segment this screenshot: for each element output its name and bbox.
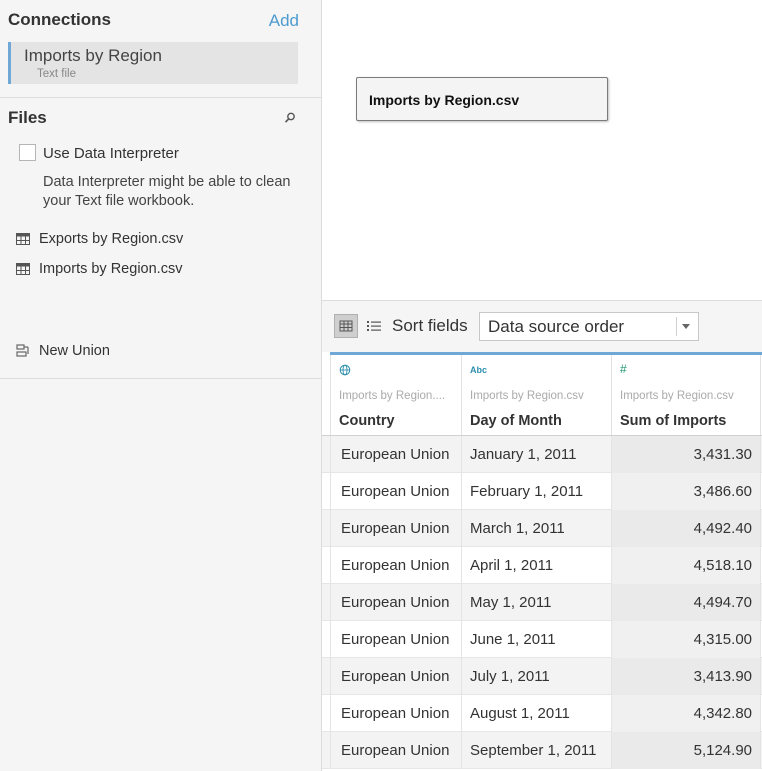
- cell-day-of-month: April 1, 2011: [461, 547, 611, 584]
- table-row[interactable]: European Union February 1, 2011 3,486.60: [322, 473, 762, 510]
- connections-title: Connections: [8, 10, 111, 29]
- cell-sum-of-imports: 4,342.80: [611, 695, 761, 732]
- cell-sum-of-imports: 4,315.00: [611, 621, 761, 658]
- cell-day-of-month: January 1, 2011: [461, 436, 611, 473]
- chevron-down-icon: [682, 324, 690, 329]
- search-icon[interactable]: [283, 111, 297, 125]
- cell-day-of-month: September 1, 2011: [461, 732, 611, 769]
- join-canvas[interactable]: Imports by Region.csv: [322, 0, 762, 300]
- table-row[interactable]: European Union May 1, 2011 4,494.70: [322, 584, 762, 621]
- data-grid[interactable]: Imports by Region.... Country Abc Import…: [322, 352, 762, 771]
- cell-country: European Union: [330, 695, 461, 732]
- add-connection-link[interactable]: Add: [269, 11, 299, 31]
- number-type-icon[interactable]: #: [620, 362, 627, 376]
- cell-country: European Union: [330, 473, 461, 510]
- file-item-exports[interactable]: Exports by Region.csv: [16, 229, 183, 249]
- connection-type: Text file: [37, 68, 76, 80]
- cell-country: European Union: [330, 584, 461, 621]
- cell-sum-of-imports: 3,486.60: [611, 473, 761, 510]
- grid-view-button[interactable]: [334, 314, 358, 338]
- section-divider: [0, 378, 321, 379]
- sort-fields-dropdown[interactable]: Data source order: [479, 312, 699, 341]
- cell-country: European Union: [330, 510, 461, 547]
- files-title: Files: [8, 108, 47, 127]
- globe-icon[interactable]: [339, 364, 351, 376]
- file-item-label: Exports by Region.csv: [39, 231, 184, 247]
- cell-sum-of-imports: 4,518.10: [611, 547, 761, 584]
- use-data-interpreter-checkbox[interactable]: [19, 144, 36, 161]
- column-name: Day of Month: [470, 413, 562, 429]
- cell-country: European Union: [330, 436, 461, 473]
- column-source: Imports by Region.csv: [620, 390, 734, 402]
- table-row[interactable]: European Union April 1, 2011 4,518.10: [322, 547, 762, 584]
- data-pane: Connections Add Imports by Region Text f…: [0, 0, 322, 771]
- cell-country: European Union: [330, 621, 461, 658]
- table-row[interactable]: European Union January 1, 2011 3,431.30: [322, 436, 762, 473]
- table-icon: [16, 263, 30, 275]
- column-name: Country: [339, 413, 395, 429]
- data-interpreter-description: Data Interpreter might be able to clean …: [43, 174, 291, 209]
- table-icon: [16, 233, 30, 245]
- union-icon: [16, 344, 29, 357]
- grid-icon: [339, 320, 353, 332]
- file-item-imports[interactable]: Imports by Region.csv: [16, 259, 182, 279]
- cell-country: European Union: [330, 547, 461, 584]
- column-source: Imports by Region....: [339, 390, 446, 402]
- cell-day-of-month: February 1, 2011: [461, 473, 611, 510]
- section-divider: [0, 97, 321, 98]
- column-header-country[interactable]: Imports by Region.... Country: [330, 355, 461, 435]
- dropdown-divider: [676, 317, 677, 336]
- sort-fields-value: Data source order: [488, 317, 625, 336]
- string-type-icon[interactable]: Abc: [470, 365, 487, 375]
- cell-sum-of-imports: 4,494.70: [611, 584, 761, 621]
- column-header-sum-of-imports[interactable]: # Imports by Region.csv Sum of Imports: [611, 355, 761, 435]
- grid-toolbar: Sort fields Data source order: [322, 300, 762, 352]
- cell-day-of-month: June 1, 2011: [461, 621, 611, 658]
- column-name: Sum of Imports: [620, 413, 727, 429]
- table-row[interactable]: European Union August 1, 2011 4,342.80: [322, 695, 762, 732]
- table-row[interactable]: European Union June 1, 2011 4,315.00: [322, 621, 762, 658]
- use-data-interpreter-label: Use Data Interpreter: [43, 145, 179, 162]
- column-header-day-of-month[interactable]: Abc Imports by Region.csv Day of Month: [461, 355, 611, 435]
- cell-country: European Union: [330, 732, 461, 769]
- new-union-label: New Union: [39, 343, 110, 359]
- column-source: Imports by Region.csv: [470, 390, 584, 402]
- cell-sum-of-imports: 4,492.40: [611, 510, 761, 547]
- cell-sum-of-imports: 5,124.90: [611, 732, 761, 769]
- canvas-table[interactable]: Imports by Region.csv: [356, 77, 608, 121]
- cell-sum-of-imports: 3,413.90: [611, 658, 761, 695]
- file-item-label: Imports by Region.csv: [39, 261, 183, 277]
- canvas-table-label: Imports by Region.csv: [369, 92, 520, 108]
- cell-sum-of-imports: 3,431.30: [611, 436, 761, 473]
- cell-day-of-month: May 1, 2011: [461, 584, 611, 621]
- cell-day-of-month: July 1, 2011: [461, 658, 611, 695]
- connection-name: Imports by Region: [24, 46, 162, 65]
- cell-day-of-month: March 1, 2011: [461, 510, 611, 547]
- grid-header: Imports by Region.... Country Abc Import…: [322, 355, 762, 436]
- sort-fields-label: Sort fields: [392, 316, 468, 335]
- table-row[interactable]: European Union September 1, 2011 5,124.90: [322, 732, 762, 769]
- list-view-icon[interactable]: [366, 318, 382, 334]
- cell-day-of-month: August 1, 2011: [461, 695, 611, 732]
- table-row[interactable]: European Union July 1, 2011 3,413.90: [322, 658, 762, 695]
- cell-country: European Union: [330, 658, 461, 695]
- new-union-item[interactable]: New Union: [16, 341, 110, 361]
- table-row[interactable]: European Union March 1, 2011 4,492.40: [322, 510, 762, 547]
- connection-item[interactable]: Imports by Region Text file: [8, 42, 298, 84]
